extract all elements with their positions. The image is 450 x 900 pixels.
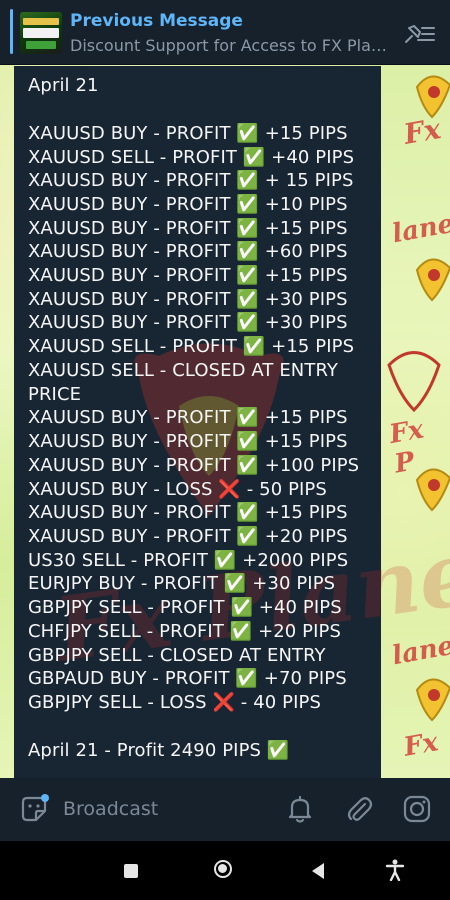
message-line: EURJPY BUY - PROFIT ✅ +30 PIPS <box>28 573 336 594</box>
message-line: XAUUSD BUY - PROFIT ✅ +100 PIPS <box>28 455 360 476</box>
message-line: XAUUSD BUY - PROFIT ✅ +15 PIPS <box>28 123 348 144</box>
pinned-list-icon[interactable] <box>400 20 436 48</box>
message-line: XAUUSD BUY - PROFIT ✅ +30 PIPS <box>28 289 348 310</box>
message-line: CHFJPY SELL - PROFIT ✅ +20 PIPS <box>28 621 342 642</box>
system-navigation-bar <box>0 841 450 900</box>
message-line: XAUUSD SELL - PROFIT ✅ +15 PIPS <box>28 336 355 357</box>
recents-square-icon[interactable] <box>124 864 138 878</box>
sticker-icon[interactable] <box>18 793 50 825</box>
pinned-message-bar[interactable]: Previous Message Discount Support for Ac… <box>0 0 450 65</box>
message-summary: April 21 - Profit 2490 PIPS ✅ <box>28 740 290 761</box>
bull-logo-icon <box>387 351 441 413</box>
watermark-text: lanet <box>389 628 450 672</box>
message-line: XAUUSD BUY - PROFIT ✅ +15 PIPS <box>28 218 348 239</box>
watermark-text: lanet <box>389 206 450 250</box>
message-line: GBPJPY SELL - LOSS ❌ - 40 PIPS <box>28 692 321 713</box>
message-line: GBPAUD BUY - PROFIT ✅ +70 PIPS <box>28 668 347 689</box>
pinned-title: Previous Message <box>70 11 243 31</box>
message-line: XAUUSD BUY - PROFIT ✅ +15 PIPS <box>28 265 348 286</box>
composer-bar: Broadcast <box>0 778 450 841</box>
pinned-preview-text: Discount Support for Access to FX Plane.… <box>70 36 388 55</box>
message-line: XAUUSD BUY - PROFIT ✅ +15 PIPS <box>28 431 348 452</box>
watermark-text: Fx <box>401 112 444 151</box>
bull-logo-icon <box>415 258 450 302</box>
message-line: XAUUSD BUY - PROFIT ✅ +60 PIPS <box>28 241 348 262</box>
broadcast-input[interactable]: Broadcast <box>63 798 158 820</box>
message-line: XAUUSD BUY - PROFIT ✅ +30 PIPS <box>28 312 348 333</box>
back-triangle-icon[interactable] <box>312 863 324 879</box>
message-line: US30 SELL - PROFIT ✅ +2000 PIPS <box>28 550 349 571</box>
message-line: XAUUSD SELL - PROFIT ✅ +40 PIPS <box>28 147 355 168</box>
message-date: April 21 <box>28 75 99 96</box>
camera-icon[interactable] <box>401 793 433 825</box>
message-line: PRICE <box>28 384 82 405</box>
message-line: GBPJPY SELL - PROFIT ✅ +40 PIPS <box>28 597 342 618</box>
message-line: XAUUSD BUY - PROFIT ✅ +15 PIPS <box>28 502 348 523</box>
message-line: XAUUSD BUY - PROFIT ✅ + 15 PIPS <box>28 170 354 191</box>
message-line: XAUUSD BUY - PROFIT ✅ +20 PIPS <box>28 526 348 547</box>
pinned-indicator <box>10 9 13 54</box>
pinned-thumbnail <box>20 12 62 54</box>
watermark-text: Fx <box>401 727 441 763</box>
message-line: XAUUSD BUY - PROFIT ✅ +10 PIPS <box>28 194 348 215</box>
message-line: XAUUSD SELL - CLOSED AT ENTRY <box>28 360 339 381</box>
bull-logo-icon <box>415 468 450 512</box>
bell-icon[interactable] <box>284 793 316 825</box>
bull-logo-icon <box>415 678 450 722</box>
message-line: XAUUSD BUY - LOSS ❌ - 50 PIPS <box>28 479 327 500</box>
accessibility-icon[interactable] <box>385 859 405 881</box>
home-circle-icon[interactable] <box>214 860 232 878</box>
paperclip-icon[interactable] <box>343 793 375 825</box>
message-line: GBPJPY SELL - CLOSED AT ENTRY <box>28 645 326 666</box>
message-line: XAUUSD BUY - PROFIT ✅ +15 PIPS <box>28 407 348 428</box>
